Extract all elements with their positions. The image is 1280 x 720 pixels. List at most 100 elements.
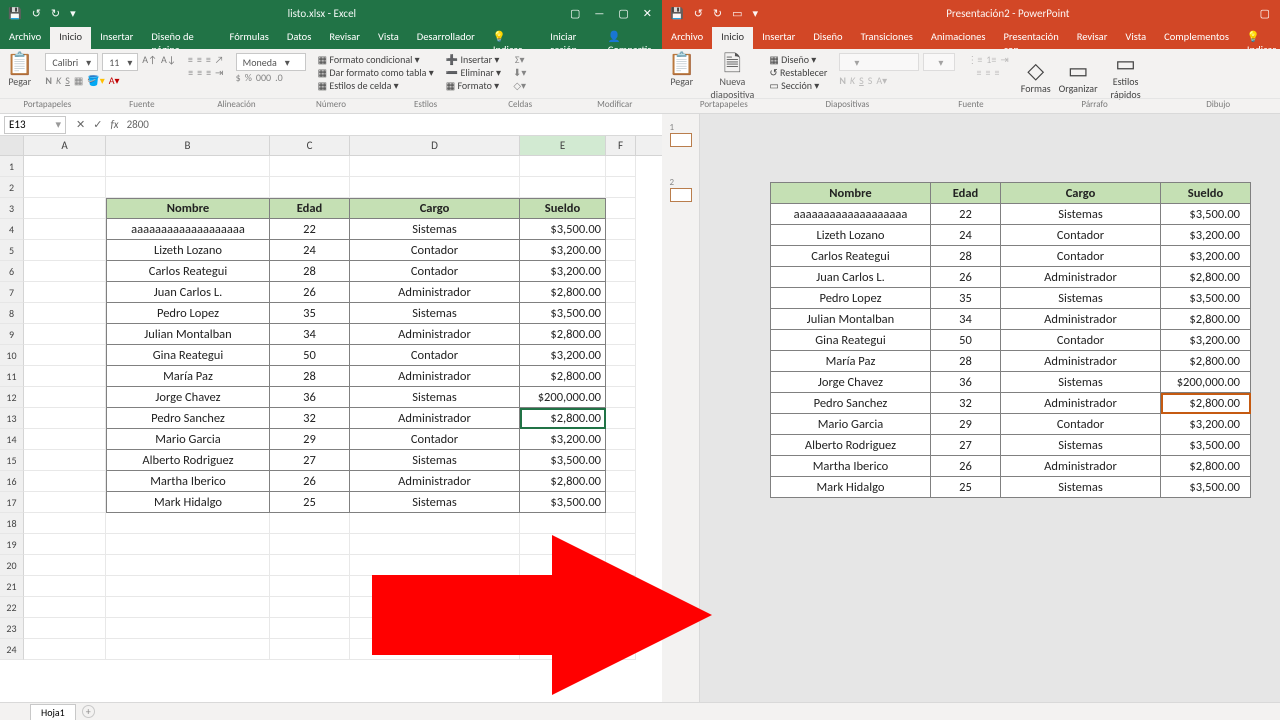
row-header[interactable]: 2 — [0, 177, 24, 198]
cell[interactable] — [520, 555, 606, 576]
table-cell[interactable]: 29 — [931, 414, 1001, 435]
indent-icon[interactable]: ⇥ — [1000, 53, 1008, 66]
new-sheet-icon[interactable]: + — [82, 705, 95, 718]
tab-diseno-pagina[interactable]: Diseño de página — [142, 27, 220, 49]
format-table-button[interactable]: ▦ Dar formato como tabla ▾ — [318, 66, 434, 79]
cell[interactable] — [350, 639, 520, 660]
cell[interactable] — [24, 534, 106, 555]
tab-archivo[interactable]: Archivo — [662, 27, 712, 49]
cell[interactable] — [24, 408, 106, 429]
cell[interactable] — [606, 471, 636, 492]
table-cell[interactable]: Mark Hidalgo — [771, 477, 931, 498]
col-header-f[interactable]: F — [606, 136, 636, 155]
cell[interactable]: Julian Montalban — [106, 324, 270, 345]
cell[interactable] — [106, 597, 270, 618]
cell[interactable] — [606, 219, 636, 240]
bullets-icon[interactable]: ⋮≡ — [967, 53, 982, 66]
tab-transiciones[interactable]: Transiciones — [852, 27, 922, 49]
cell[interactable] — [24, 303, 106, 324]
table-cell[interactable]: 35 — [931, 288, 1001, 309]
row-header[interactable]: 3 — [0, 198, 24, 219]
align-bot-icon[interactable]: ≡ — [206, 53, 211, 66]
table-cell[interactable]: Juan Carlos L. — [771, 267, 931, 288]
row-header[interactable]: 17 — [0, 492, 24, 513]
cell[interactable]: 22 — [270, 219, 350, 240]
cell[interactable]: 27 — [270, 450, 350, 471]
align-top-icon[interactable]: ≡ — [188, 53, 193, 66]
cell[interactable]: Pedro Sanchez — [106, 408, 270, 429]
tab-complementos[interactable]: Complementos — [1155, 27, 1238, 49]
name-box[interactable]: E13▾ — [4, 116, 66, 134]
col-header-d[interactable]: D — [350, 136, 520, 155]
cell[interactable]: 24 — [270, 240, 350, 261]
cell[interactable] — [24, 618, 106, 639]
cell[interactable] — [24, 450, 106, 471]
cell[interactable]: aaaaaaaaaaaaaaaaaaa — [106, 219, 270, 240]
tab-inicio[interactable]: Inicio — [50, 27, 91, 49]
cell[interactable]: 35 — [270, 303, 350, 324]
section-button[interactable]: ▭ Sección ▾ — [769, 79, 819, 92]
table-cell[interactable]: 24 — [931, 225, 1001, 246]
row-header[interactable]: 5 — [0, 240, 24, 261]
table-cell[interactable]: Gina Reategui — [771, 330, 931, 351]
cell[interactable]: 26 — [270, 471, 350, 492]
cell[interactable] — [520, 618, 606, 639]
table-cell[interactable]: Martha Iberico — [771, 456, 931, 477]
cell[interactable] — [350, 156, 520, 177]
cell[interactable]: Sistemas — [350, 387, 520, 408]
cancel-formula-icon[interactable]: ✕ — [76, 118, 85, 131]
shadow-icon[interactable]: S — [868, 74, 873, 87]
cell[interactable] — [106, 513, 270, 534]
cell[interactable] — [606, 450, 636, 471]
number-format-combo[interactable]: Moneda▾ — [236, 53, 306, 71]
cell[interactable]: Cargo — [350, 198, 520, 219]
autosum-icon[interactable]: Σ▾ — [515, 53, 525, 66]
cell[interactable]: 29 — [270, 429, 350, 450]
comma-icon[interactable]: 000 — [256, 71, 271, 84]
table-header[interactable]: Cargo — [1001, 183, 1161, 204]
fill-icon[interactable]: ⬇▾ — [513, 66, 526, 79]
cell[interactable] — [350, 555, 520, 576]
row-header[interactable]: 12 — [0, 387, 24, 408]
cell[interactable] — [106, 576, 270, 597]
table-cell[interactable]: Sistemas — [1001, 435, 1161, 456]
cell[interactable]: Nombre — [106, 198, 270, 219]
ribbon-display-icon[interactable]: ▢ — [570, 7, 580, 20]
tab-formulas[interactable]: Fórmulas — [221, 27, 278, 49]
table-cell[interactable]: $2,800.00 — [1161, 267, 1251, 288]
tab-revisar[interactable]: Revisar — [320, 27, 369, 49]
cell[interactable] — [24, 345, 106, 366]
row-header[interactable]: 20 — [0, 555, 24, 576]
cell[interactable] — [106, 177, 270, 198]
tab-inicio[interactable]: Inicio — [712, 27, 753, 49]
maximize-icon[interactable]: ▢ — [618, 7, 628, 20]
font-name-combo[interactable]: ▾ — [839, 53, 919, 71]
font-color-icon[interactable]: A▾ — [876, 74, 887, 87]
tab-revisar[interactable]: Revisar — [1068, 27, 1117, 49]
row-header[interactable]: 7 — [0, 282, 24, 303]
cell[interactable] — [24, 324, 106, 345]
table-cell[interactable]: Contador — [1001, 225, 1161, 246]
table-cell[interactable]: $2,800.00 — [1161, 456, 1251, 477]
cell[interactable]: 28 — [270, 261, 350, 282]
table-cell[interactable]: $3,200.00 — [1161, 330, 1251, 351]
slideshow-icon[interactable]: ▭ — [732, 7, 742, 20]
cell[interactable] — [520, 639, 606, 660]
table-cell[interactable]: María Paz — [771, 351, 931, 372]
table-cell[interactable]: 22 — [931, 204, 1001, 225]
slide-canvas[interactable]: NombreEdadCargoSueldo aaaaaaaaaaaaaaaaaa… — [700, 114, 1280, 702]
cell[interactable]: $3,500.00 — [520, 450, 606, 471]
cell[interactable]: 36 — [270, 387, 350, 408]
share-button[interactable]: 👤 Compartir — [602, 27, 662, 49]
qat-more-icon[interactable]: ▾ — [70, 7, 76, 20]
shrink-font-icon[interactable]: A↓ — [161, 53, 176, 71]
cell[interactable] — [24, 597, 106, 618]
cell[interactable]: Martha Iberico — [106, 471, 270, 492]
table-cell[interactable]: 28 — [931, 246, 1001, 267]
signin-link[interactable]: Iniciar sesión — [544, 27, 602, 49]
cell[interactable] — [24, 492, 106, 513]
cell[interactable] — [106, 618, 270, 639]
table-row[interactable]: Pedro Sanchez32Administrador$2,800.00 — [771, 393, 1251, 414]
cell[interactable]: Sueldo — [520, 198, 606, 219]
cell[interactable] — [24, 429, 106, 450]
